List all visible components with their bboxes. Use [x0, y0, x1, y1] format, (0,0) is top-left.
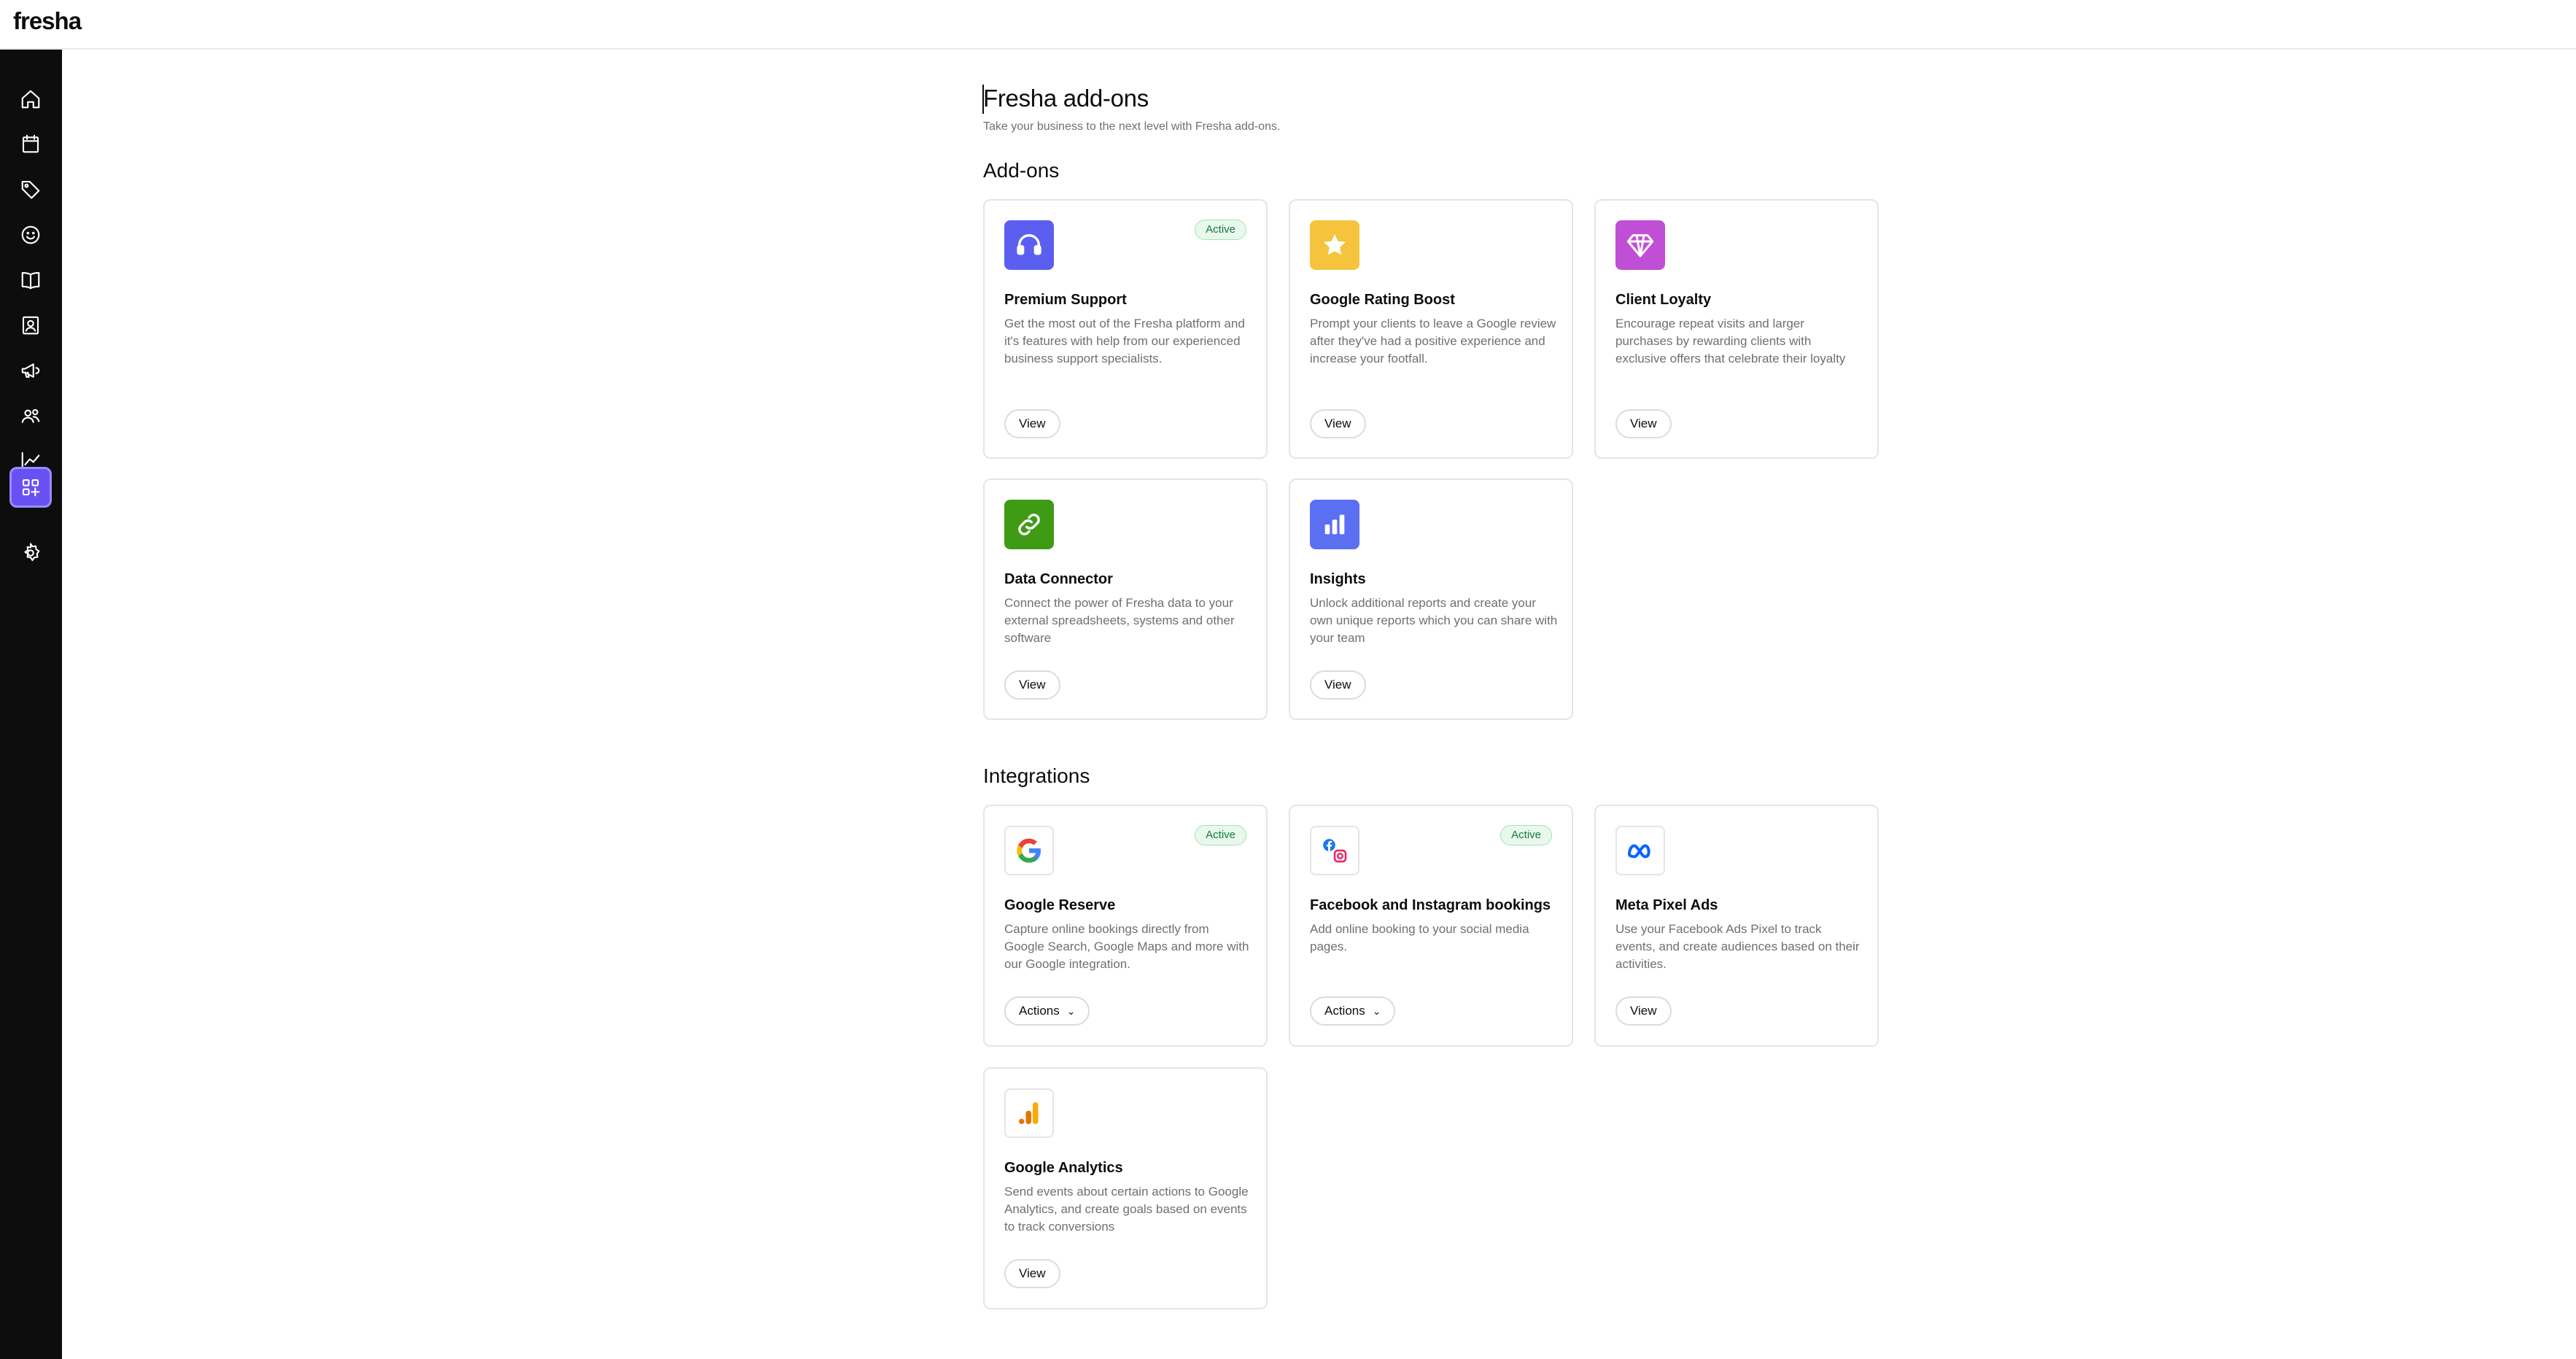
icon-tile — [1004, 1088, 1054, 1138]
sidebar-item-settings[interactable] — [9, 533, 52, 573]
integration-card-google-reserve[interactable]: Active Google Reserve Capture online boo… — [983, 805, 1268, 1047]
addons-section-title: Add-ons — [983, 159, 1060, 182]
integration-card-meta-pixel-ads[interactable]: Meta Pixel Ads Use your Facebook Ads Pix… — [1594, 805, 1879, 1047]
card-description: Connect the power of Fresha data to your… — [1004, 596, 1235, 645]
view-button[interactable]: View — [1310, 409, 1366, 438]
sidebar-item-add-ons[interactable] — [9, 467, 52, 508]
sidebar-nav — [0, 50, 62, 1359]
integration-card-google-analytics[interactable]: Google Analytics Send events about certa… — [983, 1067, 1268, 1309]
fresha-logo[interactable]: fresha — [13, 7, 82, 35]
sidebar-item-team[interactable] — [9, 305, 52, 346]
team-icon — [21, 409, 40, 423]
sidebar-item-catalog[interactable] — [9, 260, 52, 301]
button-label: Actions — [1324, 1004, 1365, 1018]
diamond-icon — [1626, 234, 1654, 258]
status-badge: Active — [1195, 220, 1246, 240]
button-label: View — [1324, 678, 1351, 692]
addon-card-data-connector[interactable]: Data Connector Connect the power of Fres… — [983, 479, 1268, 720]
google-icon — [1017, 838, 1041, 863]
chevron-down-icon: ⌄ — [1066, 1004, 1076, 1017]
card-description: Get the most out of the Fresha platform … — [1004, 317, 1245, 365]
button-label: View — [1019, 417, 1046, 430]
icon-tile — [1310, 826, 1359, 875]
view-button[interactable]: View — [1004, 1259, 1060, 1288]
card-description: Add online booking to your social media … — [1310, 922, 1529, 953]
chevron-down-icon: ⌄ — [1372, 1004, 1381, 1017]
icon-tile — [1615, 826, 1665, 875]
sidebar-item-marketing[interactable] — [9, 350, 52, 391]
icon-tile — [1310, 500, 1359, 549]
integration-card-facebook-instagram[interactable]: Active Facebook and Instagram bookings A… — [1289, 805, 1573, 1047]
icon-tile — [1615, 220, 1665, 270]
card-title: Google Analytics — [1004, 1160, 1123, 1176]
bar-chart-icon — [1324, 514, 1345, 535]
card-description: Prompt your clients to leave a Google re… — [1310, 317, 1556, 365]
button-label: View — [1630, 417, 1657, 430]
meta-icon — [1627, 844, 1650, 859]
addon-card-premium-support[interactable]: Active Premium Support Get the most out … — [983, 199, 1268, 459]
top-bar: fresha — [0, 0, 2576, 50]
card-title: Premium Support — [1004, 292, 1127, 308]
actions-dropdown-button[interactable]: Actions ⌄ — [1310, 996, 1396, 1026]
book-icon — [21, 271, 40, 290]
icon-tile — [1004, 500, 1054, 549]
add-ons-icon — [22, 479, 40, 497]
addon-card-client-loyalty[interactable]: Client Loyalty Encourage repeat visits a… — [1594, 199, 1879, 459]
sidebar-item-staff[interactable] — [9, 395, 52, 436]
smile-icon — [21, 225, 40, 244]
status-badge: Active — [1500, 825, 1552, 845]
card-description: Use your Facebook Ads Pixel to track eve… — [1615, 922, 1860, 971]
card-description: Encourage repeat visits and larger purch… — [1615, 317, 1846, 365]
integrations-section-title: Integrations — [983, 764, 1090, 787]
sidebar-item-clients[interactable] — [9, 214, 52, 255]
page-subtitle: Take your business to the next level wit… — [983, 120, 1281, 133]
megaphone-icon — [21, 363, 40, 378]
button-label: View — [1324, 417, 1351, 430]
headset-icon — [1017, 234, 1041, 255]
card-title: Meta Pixel Ads — [1615, 897, 1718, 913]
facebook-instagram-icon — [1323, 839, 1347, 863]
actions-dropdown-button[interactable]: Actions ⌄ — [1004, 996, 1090, 1026]
home-icon — [21, 90, 40, 109]
view-button[interactable]: View — [1310, 670, 1366, 700]
contact-card-icon — [22, 316, 39, 335]
sidebar-item-calendar[interactable] — [9, 123, 52, 164]
card-title: Facebook and Instagram bookings — [1310, 897, 1551, 913]
icon-tile — [1310, 220, 1359, 270]
button-label: View — [1019, 1266, 1046, 1280]
card-description: Send events about certain actions to Goo… — [1004, 1185, 1249, 1234]
addon-card-google-rating-boost[interactable]: Google Rating Boost Prompt your clients … — [1289, 199, 1573, 459]
view-button[interactable]: View — [1004, 670, 1060, 700]
card-title: Google Rating Boost — [1310, 292, 1455, 308]
icon-tile — [1004, 826, 1054, 875]
button-label: View — [1019, 678, 1046, 692]
google-analytics-icon — [1019, 1102, 1039, 1124]
status-badge: Active — [1195, 825, 1246, 845]
card-title: Google Reserve — [1004, 897, 1116, 913]
card-description: Capture online bookings directly from Go… — [1004, 922, 1249, 971]
addon-card-insights[interactable]: Insights Unlock additional reports and c… — [1289, 479, 1573, 720]
tag-icon — [21, 180, 40, 199]
link-icon — [1018, 514, 1040, 535]
view-button[interactable]: View — [1615, 996, 1672, 1026]
card-title: Insights — [1310, 571, 1366, 587]
calendar-icon — [22, 134, 39, 153]
card-description: Unlock additional reports and create you… — [1310, 596, 1558, 645]
icon-tile — [1004, 220, 1054, 270]
view-button[interactable]: View — [1004, 409, 1060, 438]
sidebar-item-home[interactable] — [9, 79, 52, 120]
page-title: Fresha add-ons — [983, 85, 1149, 112]
sidebar-item-sales[interactable] — [9, 169, 52, 209]
view-button[interactable]: View — [1615, 409, 1672, 438]
button-label: Actions — [1019, 1004, 1060, 1018]
card-title: Client Loyalty — [1615, 292, 1712, 308]
card-title: Data Connector — [1004, 571, 1113, 587]
gear-icon — [24, 543, 40, 562]
star-icon — [1324, 234, 1346, 255]
button-label: View — [1630, 1004, 1657, 1018]
